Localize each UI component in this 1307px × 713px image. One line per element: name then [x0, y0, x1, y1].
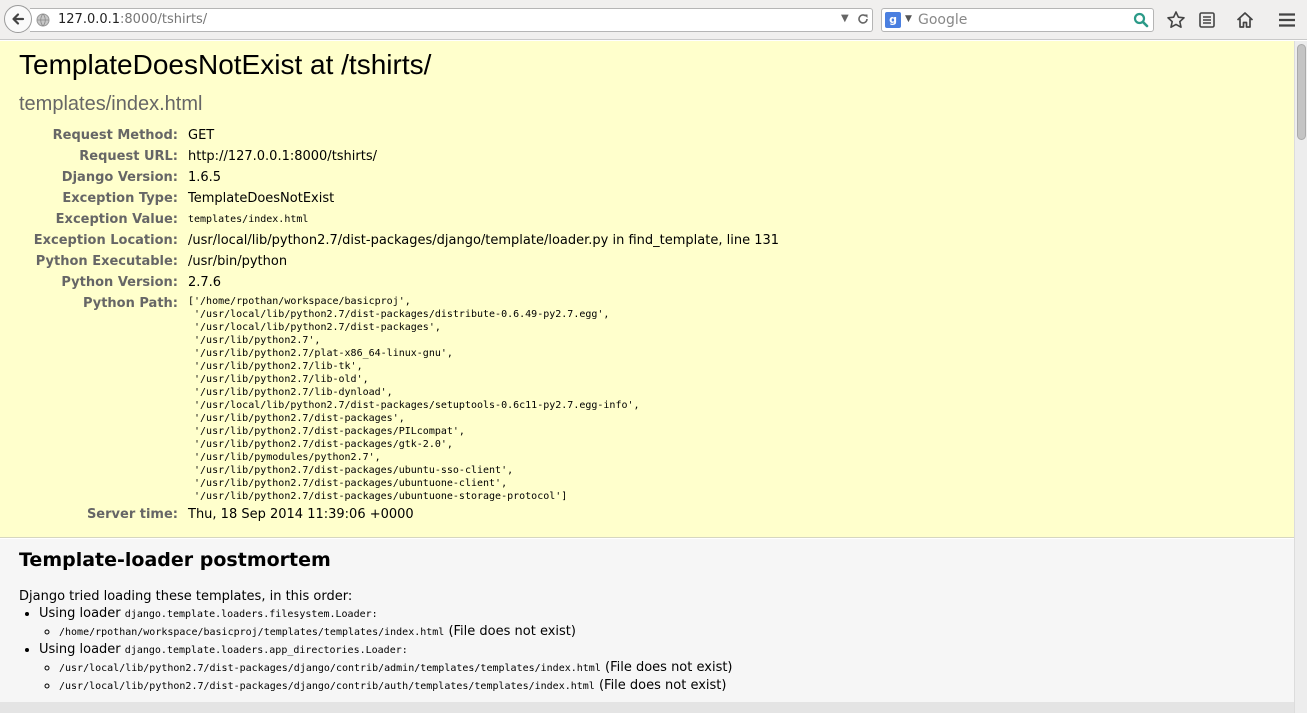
- globe-icon: [36, 13, 50, 27]
- back-button[interactable]: [4, 5, 32, 33]
- meta-label: Python Version:: [61, 275, 178, 290]
- bookmark-star-icon[interactable]: [1166, 10, 1186, 30]
- loader-item: Using loader django.template.loaders.fil…: [39, 605, 733, 641]
- page-title: TemplateDoesNotExist at /tshirts/: [19, 49, 432, 80]
- back-arrow-icon: [12, 13, 25, 25]
- url-host: 127.0.0.1: [58, 12, 121, 27]
- meta-value: TemplateDoesNotExist: [188, 191, 335, 206]
- loader-name: django.template.loaders.app_directories.…: [124, 645, 408, 656]
- meta-value: Thu, 18 Sep 2014 11:39:06 +0000: [188, 507, 414, 522]
- meta-label: Exception Value:: [55, 212, 178, 227]
- meta-label: Python Executable:: [35, 254, 178, 269]
- scrollbar-thumb[interactable]: [1297, 44, 1306, 140]
- search-icon[interactable]: [1133, 12, 1149, 28]
- loader-item: Using loader django.template.loaders.app…: [39, 641, 733, 695]
- meta-label: Request URL:: [79, 149, 178, 164]
- meta-label: Exception Type:: [62, 191, 178, 206]
- search-bar[interactable]: g ▼ Google: [881, 8, 1154, 32]
- error-summary: TemplateDoesNotExist at /tshirts/ templa…: [0, 41, 1294, 538]
- python-path-list: ['/home/rpothan/workspace/basicproj', '/…: [188, 296, 640, 502]
- template-path: /usr/local/lib/python2.7/dist-packages/d…: [59, 663, 601, 674]
- template-path: /home/rpothan/workspace/basicproj/templa…: [59, 627, 445, 638]
- meta-label: Django Version:: [61, 170, 178, 185]
- template-attempt: /home/rpothan/workspace/basicproj/templa…: [59, 623, 733, 641]
- template-attempt-list: /home/rpothan/workspace/basicproj/templa…: [39, 623, 733, 641]
- meta-value: /usr/local/lib/python2.7/dist-packages/d…: [188, 233, 780, 248]
- loader-name: django.template.loaders.filesystem.Loade…: [124, 609, 378, 620]
- meta-label: Exception Location:: [33, 233, 178, 248]
- google-icon[interactable]: g: [885, 12, 901, 28]
- meta-value: GET: [188, 128, 215, 143]
- reading-list-icon[interactable]: [1197, 10, 1217, 30]
- url-text[interactable]: 127.0.0.1:8000/tshirts/: [58, 12, 207, 27]
- template-attempt-list: /usr/local/lib/python2.7/dist-packages/d…: [39, 659, 733, 695]
- meta-label: Python Path:: [82, 296, 178, 311]
- request-meta-table: Request Method: GET Request URL: http://…: [13, 126, 784, 526]
- template-status: (File does not exist): [598, 678, 727, 693]
- meta-row-request-method: Request Method: GET: [13, 126, 784, 147]
- postmortem-heading: Template-loader postmortem: [19, 549, 331, 571]
- using-loader-text: Using loader: [39, 642, 121, 657]
- meta-row-exception-value: Exception Value: templates/index.html: [13, 210, 784, 231]
- meta-row-exception-location: Exception Location: /usr/local/lib/pytho…: [13, 231, 784, 252]
- template-postmortem: Template-loader postmortem Django tried …: [0, 539, 1294, 702]
- template-attempt: /usr/local/lib/python2.7/dist-packages/d…: [59, 659, 733, 677]
- template-status: (File does not exist): [448, 624, 576, 639]
- exception-subtitle: templates/index.html: [19, 93, 203, 115]
- meta-value: 1.6.5: [188, 170, 222, 185]
- meta-row-python-executable: Python Executable: /usr/bin/python: [13, 252, 784, 273]
- meta-row-django-version: Django Version: 1.6.5: [13, 168, 784, 189]
- meta-value-cell: ['/home/rpothan/workspace/basicproj', '/…: [183, 294, 784, 505]
- home-icon[interactable]: [1235, 10, 1255, 30]
- meta-value: templates/index.html: [188, 214, 309, 225]
- template-status: (File does not exist): [605, 660, 733, 675]
- meta-label: Server time:: [86, 507, 178, 522]
- meta-row-server-time: Server time: Thu, 18 Sep 2014 11:39:06 +…: [13, 505, 784, 526]
- next-section-edge: [0, 702, 1294, 713]
- loader-list: Using loader django.template.loaders.fil…: [19, 605, 733, 695]
- meta-row-python-path: Python Path: ['/home/rpothan/workspace/b…: [13, 294, 784, 505]
- meta-row-python-version: Python Version: 2.7.6: [13, 273, 784, 294]
- search-placeholder[interactable]: Google: [918, 12, 967, 28]
- search-engine-dropdown-icon[interactable]: ▼: [905, 14, 912, 24]
- browser-toolbar: 127.0.0.1:8000/tshirts/ ▼ g ▼ Google: [0, 0, 1307, 40]
- url-bar[interactable]: 127.0.0.1:8000/tshirts/ ▼: [30, 8, 873, 32]
- meta-row-exception-type: Exception Type: TemplateDoesNotExist: [13, 189, 784, 210]
- using-loader-text: Using loader: [39, 606, 121, 621]
- template-path: /usr/local/lib/python2.7/dist-packages/d…: [59, 681, 595, 692]
- meta-value: 2.7.6: [188, 275, 222, 290]
- url-path: :8000/tshirts/: [120, 12, 208, 27]
- reload-icon[interactable]: [856, 12, 870, 26]
- url-history-dropdown-icon[interactable]: ▼: [841, 13, 849, 24]
- template-attempt: /usr/local/lib/python2.7/dist-packages/d…: [59, 677, 733, 695]
- meta-value: http://127.0.0.1:8000/tshirts/: [188, 149, 378, 164]
- meta-row-request-url: Request URL: http://127.0.0.1:8000/tshir…: [13, 147, 784, 168]
- menu-icon[interactable]: [1277, 10, 1297, 30]
- postmortem-intro: Django tried loading these templates, in…: [19, 589, 353, 604]
- vertical-scrollbar[interactable]: [1294, 41, 1307, 713]
- meta-label: Request Method:: [52, 128, 178, 143]
- meta-value: /usr/bin/python: [188, 254, 288, 269]
